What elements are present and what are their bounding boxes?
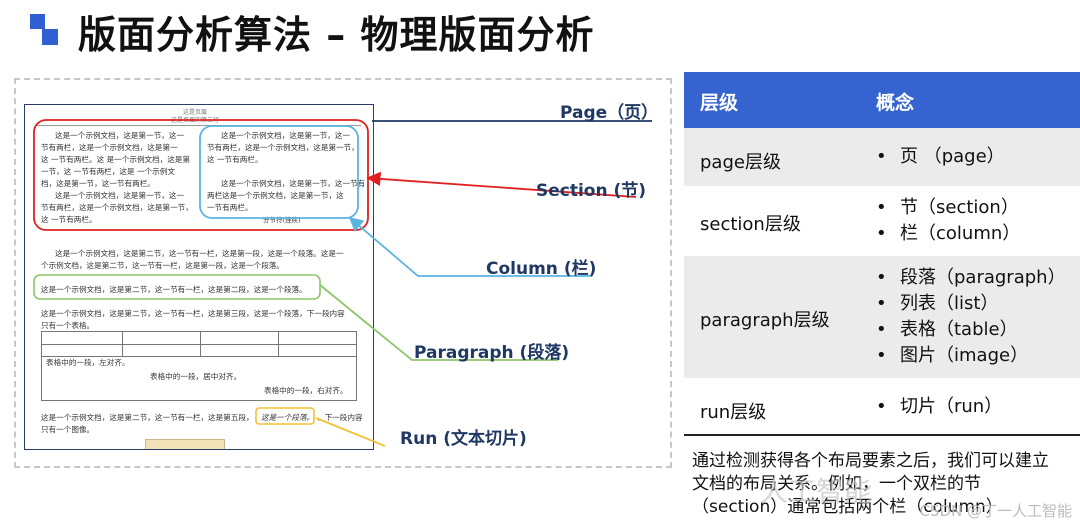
item-text: 栏（column）	[900, 223, 1021, 244]
run-box	[255, 407, 315, 425]
label-paragraph: Paragraph (段落)	[414, 343, 570, 363]
table-row-page: page层级 • 页 （page）	[684, 128, 1080, 186]
bullet: •	[876, 223, 887, 244]
row-item: • 节（section）	[876, 195, 1019, 221]
row-item: • 栏（column）	[876, 221, 1020, 247]
row-item: • 列表（list）	[876, 291, 998, 317]
item-text: 列表（list）	[900, 293, 999, 314]
note-line: 通过检测获得各个布局要素之后，我们可以建立	[692, 451, 1049, 471]
item-text: 段落（paragraph）	[900, 267, 1066, 288]
row-item: • 图片（image）	[876, 343, 1028, 369]
watermark-overlay: 人工智能	[760, 475, 873, 508]
bullet: •	[876, 396, 887, 417]
item-text: 节（section）	[900, 197, 1019, 218]
label-run: Run (文本切片)	[400, 429, 527, 449]
bullet: •	[876, 197, 887, 218]
row-item: • 表格（table）	[876, 317, 1018, 343]
row-item: • 切片（run）	[876, 394, 1002, 420]
item-text: 切片（run）	[900, 396, 1003, 417]
item-text: 图片（image）	[900, 345, 1029, 366]
concept-table-header: 层级 概念	[684, 72, 1080, 128]
row-level: paragraph层级	[700, 310, 830, 331]
table-row-section: section层级 • 节（section） • 栏（column）	[684, 186, 1080, 256]
table-row-run: run层级 • 切片（run）	[684, 378, 1080, 434]
bullet: •	[876, 345, 887, 366]
row-level: run层级	[700, 402, 767, 423]
bullet: •	[876, 146, 887, 167]
row-level: page层级	[700, 152, 781, 173]
section-box	[33, 119, 369, 231]
label-page: Page（页）	[560, 103, 659, 123]
row-item: • 段落（paragraph）	[876, 265, 1066, 291]
header-level: 层级	[700, 92, 739, 114]
column-box	[199, 125, 359, 219]
header-concept: 概念	[876, 92, 915, 114]
row-item: • 页 （page）	[876, 144, 1005, 170]
run-pointer-line	[315, 417, 386, 447]
paragraph-box	[33, 274, 321, 300]
row-level: section层级	[700, 214, 801, 235]
table-row-paragraph: paragraph层级 • 段落（paragraph） • 列表（list） • 表格…	[684, 256, 1080, 378]
item-text: 表格（table）	[900, 319, 1018, 340]
bullet: •	[876, 293, 887, 314]
item-text: 页 （page）	[900, 146, 1005, 167]
label-column: Column (栏)	[486, 259, 597, 279]
bullet: •	[876, 267, 887, 288]
bullet: •	[876, 319, 887, 340]
watermark: CSDN @丁一人工智能	[919, 502, 1072, 520]
label-section: Section (节)	[536, 181, 647, 201]
